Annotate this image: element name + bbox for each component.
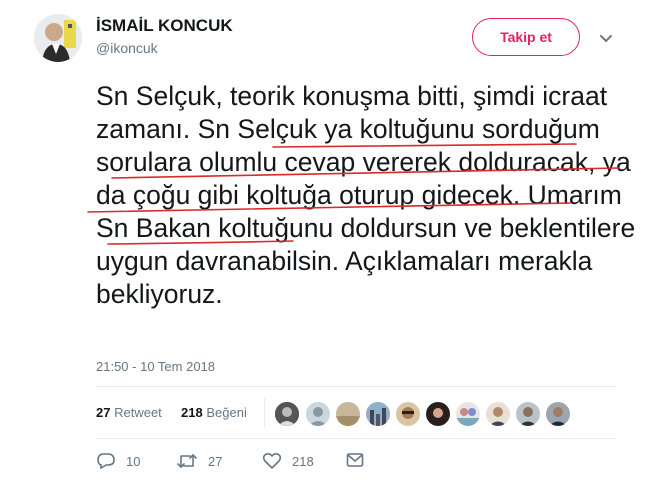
- liker-avatar[interactable]: [516, 402, 540, 426]
- retweet-stat[interactable]: 27 Retweet: [96, 405, 162, 420]
- retweet-icon: [177, 454, 197, 468]
- like-button[interactable]: 218: [262, 452, 314, 470]
- reply-button[interactable]: 10: [96, 452, 140, 470]
- like-stat[interactable]: 218 Beğeni: [181, 405, 247, 420]
- message-icon: [346, 453, 364, 467]
- liker-avatar[interactable]: [275, 402, 299, 426]
- stats-separator: [264, 398, 265, 428]
- tweet-text: Sn Selçuk, teorik konuşma bitti, şimdi i…: [96, 81, 636, 309]
- liker-avatar[interactable]: [426, 402, 450, 426]
- follow-button[interactable]: Takip et: [472, 18, 580, 56]
- liker-avatar[interactable]: [396, 402, 420, 426]
- liker-avatar[interactable]: [366, 402, 390, 426]
- liker-avatar[interactable]: [336, 402, 360, 426]
- chevron-down-icon[interactable]: [598, 30, 614, 46]
- author-name[interactable]: İSMAİL KONCUK: [96, 16, 233, 36]
- retweet-button[interactable]: 27: [176, 452, 222, 470]
- divider: [96, 386, 616, 387]
- heart-icon: [262, 452, 282, 469]
- reply-icon: [97, 453, 115, 470]
- engagement-stats: 27 Retweet 218 Beğeni: [96, 405, 247, 420]
- author-avatar[interactable]: [34, 14, 82, 62]
- liker-avatar[interactable]: [306, 402, 330, 426]
- author-handle[interactable]: @ikoncuk: [96, 40, 158, 56]
- direct-message-button[interactable]: [346, 452, 374, 468]
- tweet-timestamp[interactable]: 21:50 - 10 Tem 2018: [96, 359, 215, 374]
- divider: [96, 438, 616, 439]
- liker-avatar[interactable]: [456, 402, 480, 426]
- liker-avatar[interactable]: [486, 402, 510, 426]
- liker-avatar[interactable]: [546, 402, 570, 426]
